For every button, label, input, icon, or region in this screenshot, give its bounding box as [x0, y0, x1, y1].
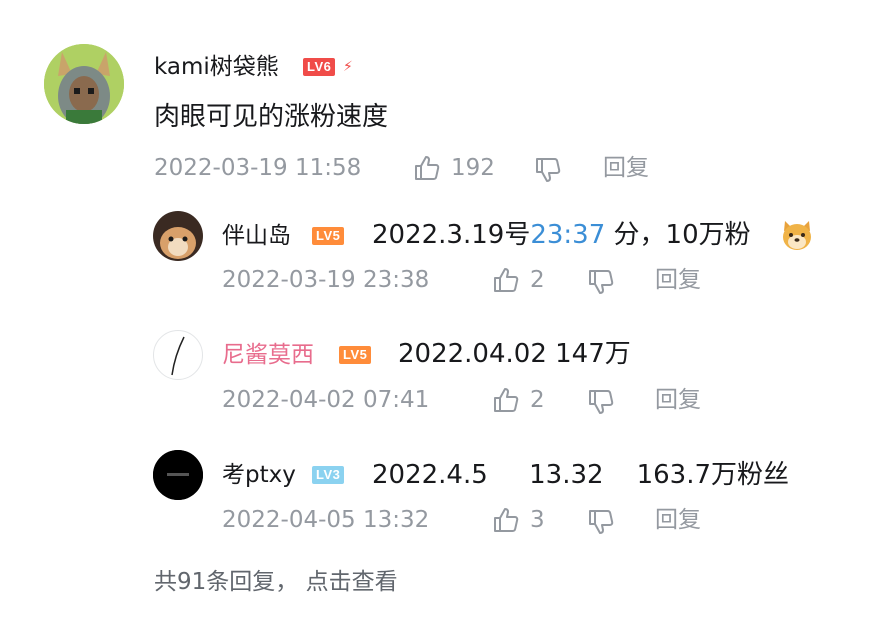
comment-timestamp: 2022-03-19 11:58	[154, 155, 362, 181]
view-more-replies-link[interactable]: 共91条回复， 点击查看	[154, 567, 398, 597]
reply-content: 2022.04.02 147万	[398, 339, 631, 369]
reply-content: 2022.4.5 13.32 163.7万粉丝	[372, 460, 790, 490]
avatar-image	[153, 450, 203, 500]
thumbs-up-icon[interactable]	[492, 266, 520, 294]
username[interactable]: 考ptxy	[222, 460, 296, 490]
username[interactable]: kami树袋熊	[154, 52, 279, 82]
reply-button[interactable]: 回复	[603, 153, 649, 183]
doge-emoji-icon	[779, 217, 815, 253]
thumbs-up-icon[interactable]	[413, 154, 441, 182]
avatar[interactable]	[153, 211, 203, 261]
reply-timestamp: 2022-03-19 23:38	[222, 267, 430, 293]
like-count: 2	[530, 267, 545, 293]
avatar-image	[44, 44, 124, 124]
like-count: 192	[451, 155, 495, 181]
reply-content-text: 分，10万粉	[605, 220, 751, 250]
thumbs-up-icon[interactable]	[492, 506, 520, 534]
thumbs-down-icon[interactable]	[587, 508, 615, 536]
comment-content: 肉眼可见的涨粉速度	[154, 102, 389, 132]
reply-button[interactable]: 回复	[655, 385, 701, 415]
avatar-image	[171, 336, 185, 376]
timestamp-link[interactable]: 23:37	[530, 220, 605, 250]
reply-content-text: 2022.3.19号	[372, 220, 531, 250]
level-badge: LV5	[339, 346, 372, 364]
avatar[interactable]	[153, 450, 203, 500]
thumbs-down-icon[interactable]	[587, 268, 615, 296]
like-count: 2	[530, 387, 545, 413]
like-count: 3	[530, 507, 545, 533]
level-badge: LV6	[303, 58, 336, 76]
reply-button[interactable]: 回复	[655, 265, 701, 295]
avatar[interactable]	[44, 44, 124, 124]
thumbs-up-icon[interactable]	[492, 386, 520, 414]
level-badge: LV5	[312, 227, 345, 245]
reply-button[interactable]: 回复	[655, 505, 701, 535]
reply-content: 2022.3.19号23:37 分，10万粉	[372, 218, 751, 252]
reply-timestamp: 2022-04-05 13:32	[222, 507, 430, 533]
username[interactable]: 尼酱莫西	[222, 340, 314, 370]
username[interactable]: 伴山岛	[222, 221, 291, 251]
avatar[interactable]	[153, 330, 203, 380]
reply-timestamp: 2022-04-02 07:41	[222, 387, 430, 413]
thumbs-down-icon[interactable]	[534, 156, 562, 184]
lightning-icon: ⚡	[343, 59, 353, 75]
level-badge: LV3	[312, 466, 345, 484]
avatar-image	[153, 211, 203, 261]
thumbs-down-icon[interactable]	[587, 388, 615, 416]
